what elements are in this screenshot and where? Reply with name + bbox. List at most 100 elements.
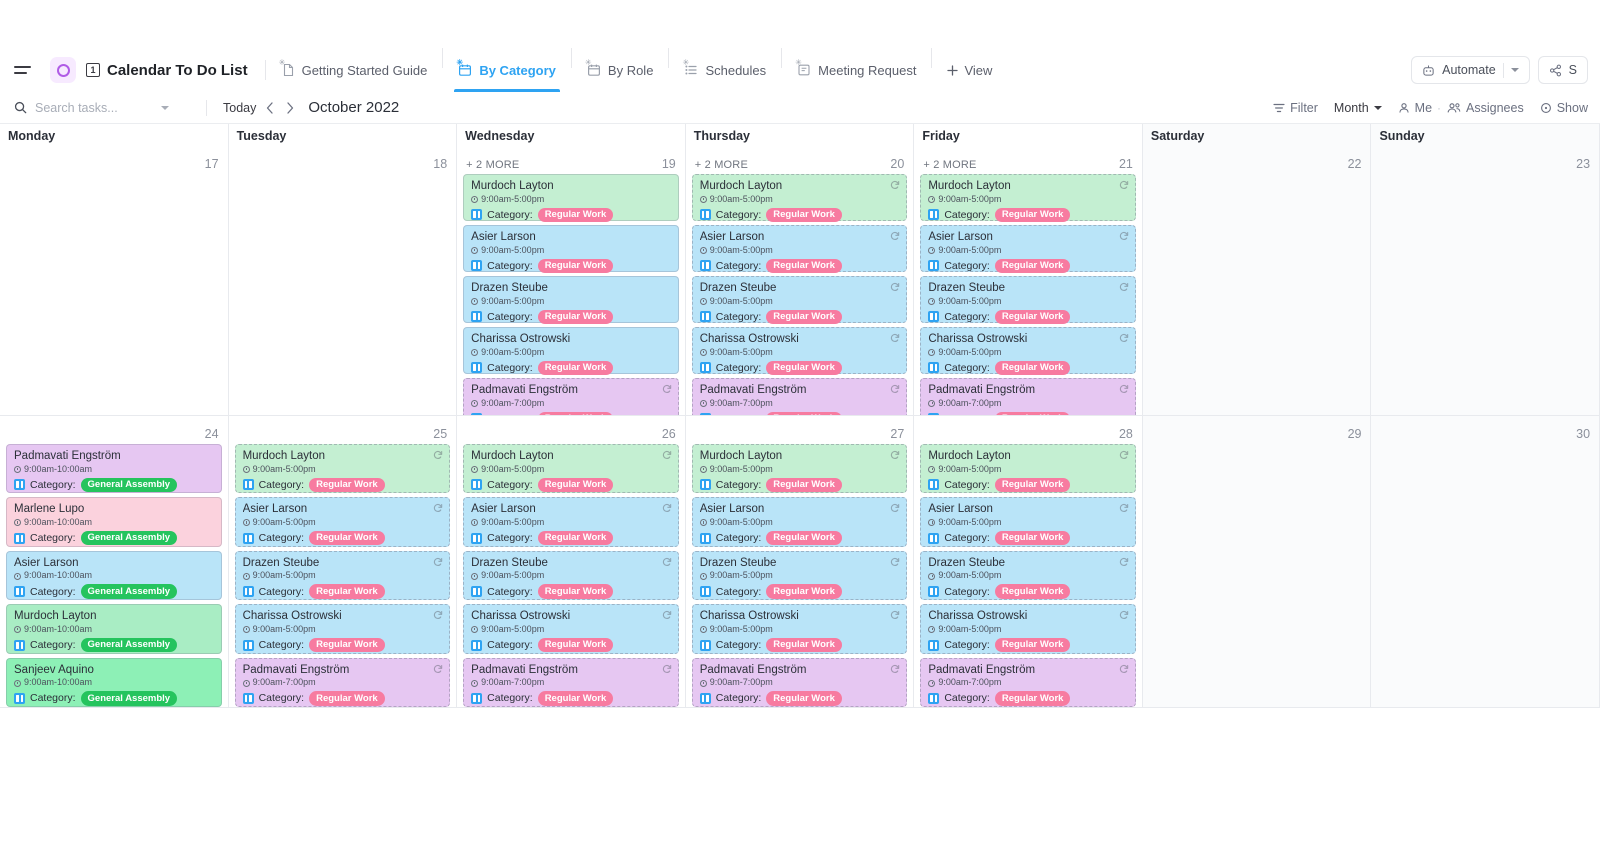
more-events-link[interactable]: + 2 MORE: [466, 159, 519, 171]
calendar-event-card[interactable]: Padmavati Engström9:00am-7:00pm Category:…: [920, 378, 1136, 415]
category-tag[interactable]: Regular Work: [994, 477, 1071, 493]
calendar-event-card[interactable]: Padmavati Engström9:00am-7:00pm Category:…: [691, 378, 908, 415]
calendar-day-cell[interactable]: 28 Murdoch Layton 9:00am-5:00pm Category: Re…: [914, 416, 1143, 707]
category-tag[interactable]: Regular Work: [994, 691, 1071, 706]
category-tag[interactable]: Regular Work: [766, 309, 842, 325]
category-tag[interactable]: Regular Work: [994, 411, 1071, 415]
today-button[interactable]: Today: [219, 101, 260, 115]
tab-meeting-request[interactable]: ✳ Meeting Request: [785, 48, 928, 92]
calendar-day-cell[interactable]: 25 Murdoch Layton 9:00am-5:00pm Category: Re…: [229, 416, 458, 707]
calendar-event-card[interactable]: Sanjeev Aquino 9:00am-10:00am Category: Gen…: [6, 657, 222, 707]
category-tag[interactable]: Regular Work: [537, 691, 614, 706]
tab-schedules[interactable]: ✳ Schedules: [672, 48, 778, 92]
category-tag[interactable]: Regular Work: [994, 360, 1071, 376]
calendar-event-card[interactable]: Murdoch Layton 9:00am-10:00am Category: Gen…: [6, 604, 222, 654]
category-tag[interactable]: Regular Work: [309, 584, 385, 599]
calendar-event-card[interactable]: Asier Larson 9:00am-5:00pm Category: Regula…: [920, 225, 1136, 274]
calendar-event-card[interactable]: Murdoch Layton 9:00am-5:00pm Category: Regu…: [234, 444, 451, 494]
category-tag[interactable]: Regular Work: [994, 207, 1071, 223]
chevron-down-icon[interactable]: [161, 105, 169, 110]
category-tag[interactable]: Regular Work: [994, 258, 1071, 274]
calendar-day-cell[interactable]: 30: [1371, 416, 1600, 707]
calendar-event-card[interactable]: Asier Larson 9:00am-5:00pm Category: Regula…: [463, 497, 679, 547]
category-tag[interactable]: Regular Work: [766, 207, 842, 223]
workspace-avatar[interactable]: [50, 57, 76, 83]
calendar-day-cell[interactable]: 26 Murdoch Layton 9:00am-5:00pm Category: Re…: [457, 416, 686, 707]
calendar-event-card[interactable]: Padmavati Engström9:00am-7:00pm Category:…: [920, 657, 1136, 707]
category-tag[interactable]: Regular Work: [766, 360, 842, 376]
calendar-day-cell[interactable]: 29: [1142, 416, 1372, 707]
search-box[interactable]: [14, 100, 194, 115]
assignees-filter-button[interactable]: Assignees: [1447, 101, 1524, 115]
add-view-button[interactable]: View: [935, 48, 1004, 92]
category-tag[interactable]: Regular Work: [766, 530, 842, 546]
calendar-event-card[interactable]: Asier Larson 9:00am-5:00pm Category: Regula…: [920, 497, 1136, 547]
hamburger-menu-icon[interactable]: [14, 59, 36, 81]
tab-getting-started-guide[interactable]: ✳ Getting Started Guide: [269, 48, 440, 92]
calendar-event-card[interactable]: Murdoch Layton 9:00am-5:00pm Category: Regu…: [463, 444, 679, 494]
me-filter-button[interactable]: Me ·: [1398, 101, 1441, 115]
category-tag[interactable]: Regular Work: [994, 584, 1071, 599]
calendar-day-cell[interactable]: Tuesday 18: [229, 124, 458, 415]
category-tag[interactable]: Regular Work: [537, 360, 614, 376]
share-button[interactable]: S: [1537, 56, 1588, 84]
calendar-event-card[interactable]: Drazen Steube 9:00am-5:00pm Category: Regul…: [234, 550, 451, 601]
calendar-day-cell[interactable]: 27 Murdoch Layton 9:00am-5:00pm Category: Re…: [686, 416, 915, 707]
tab-by-category[interactable]: ✳ By Category: [446, 48, 568, 92]
calendar-event-card[interactable]: Charissa Ostrowski 9:00am-5:00pm Category:…: [920, 327, 1136, 376]
category-tag[interactable]: General Assembly: [80, 637, 178, 653]
calendar-event-card[interactable]: Charissa Ostrowski 9:00am-5:00pm Category:…: [691, 604, 908, 654]
calendar-day-cell[interactable]: Friday + 2 MORE 21 Murdoch Layton 9:00am-5:0…: [914, 124, 1143, 415]
calendar-event-card[interactable]: Drazen Steube 9:00am-5:00pm Category: Regul…: [920, 550, 1136, 601]
calendar-day-cell[interactable]: Sunday 23: [1371, 124, 1600, 415]
category-tag[interactable]: Regular Work: [537, 637, 614, 653]
calendar-day-cell[interactable]: Monday 17: [0, 124, 229, 415]
category-tag[interactable]: Regular Work: [766, 691, 842, 706]
calendar-event-card[interactable]: Charissa Ostrowski 9:00am-5:00pm Category:…: [691, 327, 908, 376]
category-tag[interactable]: General Assembly: [80, 477, 178, 493]
category-tag[interactable]: Regular Work: [766, 258, 842, 274]
category-tag[interactable]: Regular Work: [537, 258, 614, 274]
calendar-event-card[interactable]: Murdoch Layton 9:00am-5:00pm Category: Regu…: [691, 174, 908, 223]
category-tag[interactable]: Regular Work: [766, 584, 842, 599]
category-tag[interactable]: General Assembly: [80, 584, 178, 599]
show-options-button[interactable]: Show: [1540, 101, 1588, 115]
tab-by-role[interactable]: ✳ By Role: [575, 48, 666, 92]
automate-button[interactable]: Automate: [1411, 56, 1530, 84]
category-tag[interactable]: Regular Work: [994, 637, 1071, 653]
category-tag[interactable]: Regular Work: [537, 530, 614, 546]
category-tag[interactable]: Regular Work: [537, 477, 614, 493]
calendar-event-card[interactable]: Asier Larson 9:00am-5:00pm Category: Regula…: [691, 497, 908, 547]
prev-month-button[interactable]: [260, 98, 280, 118]
page-title[interactable]: 1 Calendar To Do List: [86, 62, 262, 79]
zoom-level-select[interactable]: Month: [1334, 101, 1382, 115]
chevron-down-icon[interactable]: [1510, 68, 1519, 72]
calendar-day-cell[interactable]: Saturday 22: [1142, 124, 1372, 415]
filter-button[interactable]: Filter: [1273, 101, 1318, 115]
calendar-event-card[interactable]: Charissa Ostrowski 9:00am-5:00pm Category:…: [234, 604, 451, 654]
calendar-event-card[interactable]: Murdoch Layton 9:00am-5:00pm Category: Regu…: [463, 174, 679, 223]
calendar-day-cell[interactable]: 24 Padmavati Engström 9:00am-10:00am Catego…: [0, 416, 229, 707]
calendar-event-card[interactable]: Drazen Steube 9:00am-5:00pm Category: Regul…: [920, 276, 1136, 325]
next-month-button[interactable]: [280, 98, 300, 118]
more-events-link[interactable]: + 2 MORE: [695, 159, 748, 171]
calendar-event-card[interactable]: Drazen Steube 9:00am-5:00pm Category: Regul…: [463, 550, 679, 601]
category-tag[interactable]: Regular Work: [309, 477, 385, 493]
category-tag[interactable]: Regular Work: [766, 477, 842, 493]
calendar-event-card[interactable]: Padmavati Engström 9:00am-10:00am Category…: [6, 444, 222, 494]
calendar-event-card[interactable]: Asier Larson 9:00am-5:00pm Category: Regula…: [463, 225, 679, 274]
calendar-day-cell[interactable]: Wednesday + 2 MORE 19 Murdoch Layton 9:00am-…: [457, 124, 686, 415]
category-tag[interactable]: General Assembly: [80, 530, 178, 546]
category-tag[interactable]: Regular Work: [309, 691, 385, 706]
calendar-event-card[interactable]: Charissa Ostrowski 9:00am-5:00pm Category:…: [463, 327, 679, 376]
category-tag[interactable]: Regular Work: [309, 637, 385, 653]
calendar-event-card[interactable]: Padmavati Engström9:00am-7:00pm Category:…: [234, 657, 451, 707]
category-tag[interactable]: Regular Work: [766, 637, 842, 653]
calendar-event-card[interactable]: Charissa Ostrowski 9:00am-5:00pm Category:…: [463, 604, 679, 654]
more-events-link[interactable]: + 2 MORE: [923, 159, 976, 171]
calendar-event-card[interactable]: Drazen Steube 9:00am-5:00pm Category: Regul…: [691, 276, 908, 325]
category-tag[interactable]: Regular Work: [537, 584, 614, 599]
calendar-event-card[interactable]: Asier Larson 9:00am-5:00pm Category: Regula…: [691, 225, 908, 274]
calendar-event-card[interactable]: Padmavati Engström9:00am-7:00pm Category:…: [463, 378, 679, 415]
calendar-event-card[interactable]: Marlene Lupo 9:00am-10:00am Category: Gener…: [6, 497, 222, 547]
